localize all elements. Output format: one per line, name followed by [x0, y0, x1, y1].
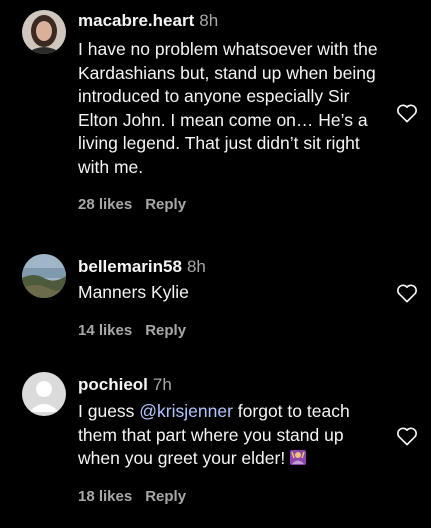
- timestamp: 7h: [152, 375, 172, 394]
- likes-count[interactable]: 28 likes: [78, 196, 132, 213]
- avatar[interactable]: [22, 254, 66, 298]
- timestamp: 8h: [186, 257, 206, 276]
- heart-outline-icon[interactable]: [396, 426, 418, 446]
- reply-button[interactable]: Reply: [145, 196, 186, 213]
- woman-raising-hands-emoji: [290, 450, 307, 465]
- username[interactable]: macabre.heart: [78, 11, 194, 30]
- heart-outline-icon[interactable]: [396, 283, 418, 303]
- reply-button[interactable]: Reply: [145, 322, 186, 339]
- comment-text: I have no problem whatsoever with the Ka…: [78, 39, 378, 177]
- reply-button[interactable]: Reply: [145, 488, 186, 505]
- likes-count[interactable]: 18 likes: [78, 488, 132, 505]
- comment-item: pochieol 7h I guess @krisjenner forgot to…: [0, 368, 431, 518]
- comment-item: bellemarin58 8h Manners Kylie 14 likes Rep…: [0, 248, 431, 358]
- comment-text: I guess @krisjenner forgot to teach them…: [78, 400, 378, 471]
- likes-count[interactable]: 14 likes: [78, 322, 132, 339]
- timestamp: 8h: [199, 11, 219, 30]
- avatar[interactable]: [22, 10, 66, 54]
- heart-outline-icon[interactable]: [396, 103, 418, 123]
- comment-text: Manners Kylie: [78, 282, 189, 302]
- comment-text-start: I guess: [78, 401, 140, 421]
- username[interactable]: bellemarin58: [78, 257, 182, 276]
- avatar[interactable]: [22, 372, 66, 416]
- mention-link[interactable]: @krisjenner: [139, 401, 233, 421]
- comment-item: macabre.heart 8h I have no problem whatso…: [0, 0, 431, 235]
- username[interactable]: pochieol: [78, 375, 148, 394]
